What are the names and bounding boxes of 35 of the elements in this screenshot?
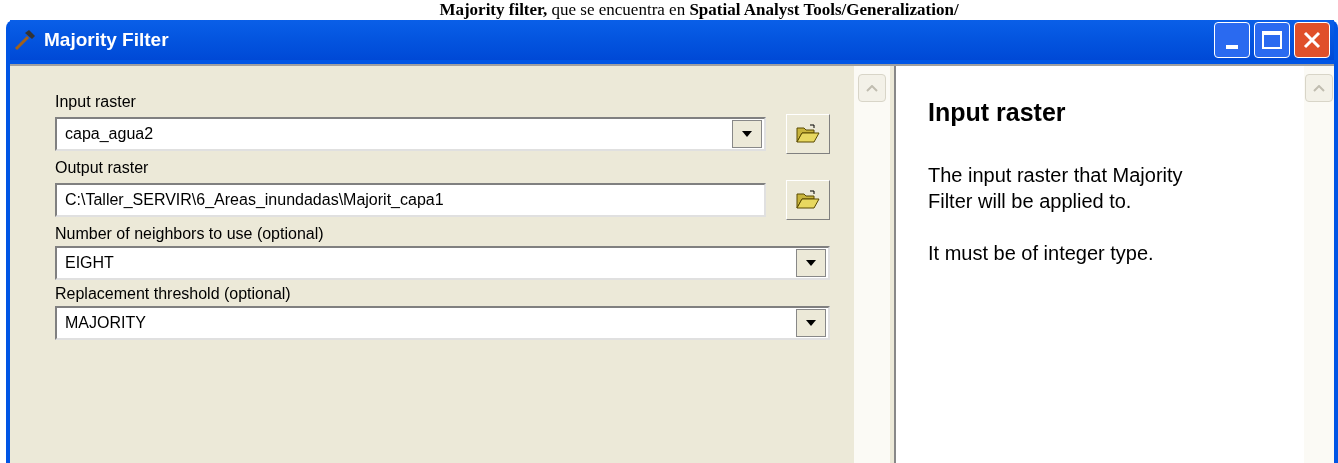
folder-icon xyxy=(796,124,820,144)
field-label: Input raster xyxy=(55,92,137,112)
caret-icon xyxy=(742,131,752,137)
close-button[interactable] xyxy=(1294,22,1330,58)
caret-icon xyxy=(806,260,816,266)
close-icon xyxy=(1302,30,1322,50)
field-label: Number of neighbors to use (optional) xyxy=(55,224,325,244)
chevron-up-icon xyxy=(866,84,878,92)
input-field[interactable]: C:\Taller_SERVIR\6_Areas_inundadas\Majorit_capa1 xyxy=(55,183,766,217)
maximize-button[interactable] xyxy=(1254,22,1290,58)
dropdown-button[interactable] xyxy=(796,309,826,337)
window-title: Majority Filter xyxy=(44,27,170,52)
caret-icon xyxy=(806,320,816,326)
help-text: It must be of integer type. xyxy=(928,240,1155,266)
document-caption: Majority filter, que se encuentra en Spatial Analyst Tools/Generalization/ xyxy=(439,0,959,20)
field-label: Replacement threshold (optional) xyxy=(55,284,292,304)
dropdown-field[interactable]: EIGHT xyxy=(55,246,830,280)
dropdown-field[interactable]: MAJORITY xyxy=(55,306,830,340)
dropdown-button[interactable] xyxy=(796,249,826,277)
help-title: Input raster xyxy=(928,97,1067,128)
minimize-button[interactable] xyxy=(1214,22,1250,58)
field-value: EIGHT xyxy=(65,253,115,273)
maximize-icon xyxy=(1262,31,1282,49)
minimize-icon xyxy=(1226,45,1238,49)
chevron-up-icon xyxy=(1313,84,1325,92)
folder-icon xyxy=(796,190,820,210)
dropdown-button[interactable] xyxy=(732,120,762,148)
browse-button[interactable] xyxy=(786,180,830,220)
browse-button[interactable] xyxy=(786,114,830,154)
field-label: Output raster xyxy=(55,158,150,178)
dropdown-field[interactable]: capa_agua2 xyxy=(55,117,766,151)
help-text: The input raster that Majority Filter will be applied to. xyxy=(928,162,1184,214)
field-value: capa_agua2 xyxy=(65,124,155,144)
hammer-icon xyxy=(14,29,36,51)
field-value: MAJORITY xyxy=(65,313,147,333)
